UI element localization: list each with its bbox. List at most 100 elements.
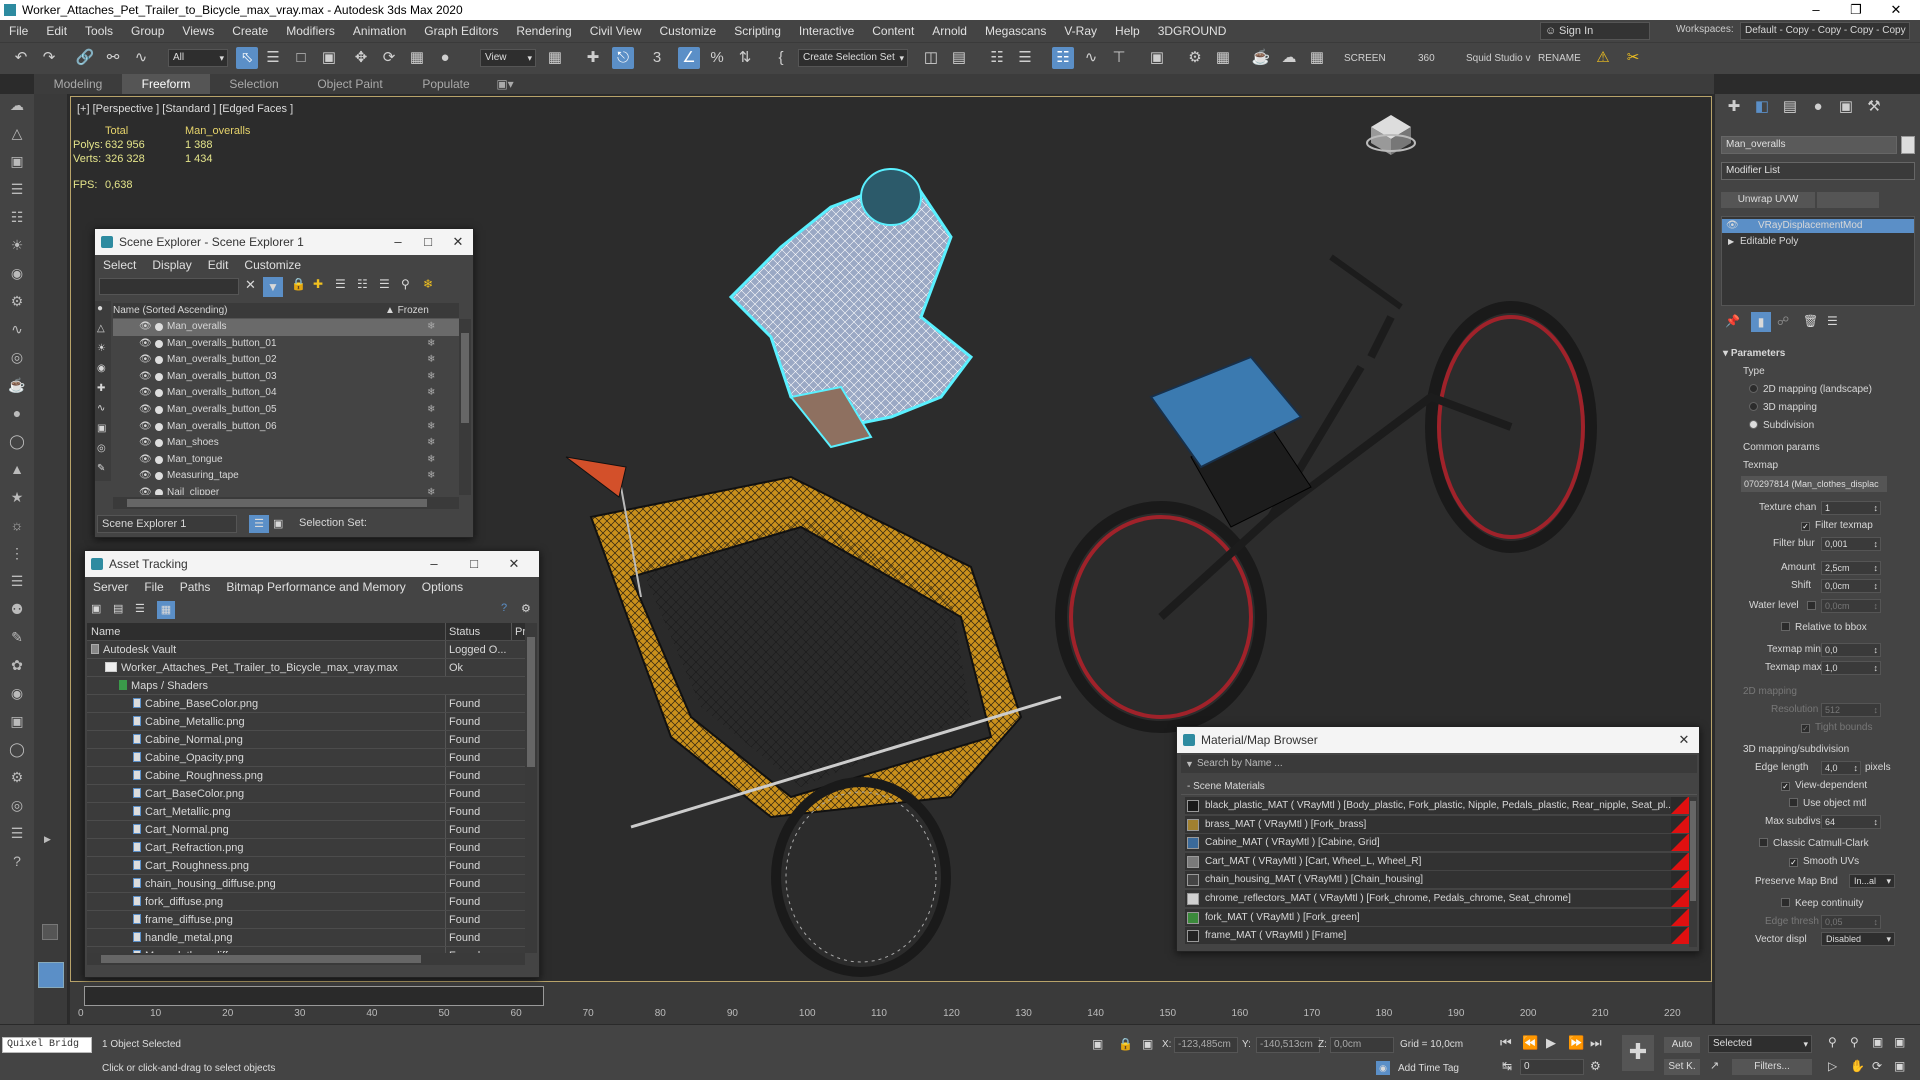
menu-edit[interactable]: Edit (37, 24, 76, 38)
menu-arnold[interactable]: Arnold (923, 24, 976, 38)
visibility-eye-icon[interactable]: 👁 (139, 485, 152, 495)
filter-geometry-icon[interactable]: ● (97, 303, 103, 314)
table-row[interactable]: Cabine_Opacity.png Found (87, 749, 525, 767)
list-item[interactable]: 👁 Man_overalls_button_01 ❄ (113, 336, 459, 353)
cloth-icon[interactable]: ☰ (6, 570, 28, 592)
motion-tab-icon[interactable]: ● (1807, 96, 1829, 118)
camera-icon[interactable]: ◉ (6, 262, 28, 284)
menu-rendering[interactable]: Rendering (507, 24, 580, 38)
table-row[interactable]: handle_metal.png Found (87, 929, 525, 947)
list-icon[interactable]: ☷ (6, 206, 28, 228)
help-icon[interactable]: ? (6, 850, 28, 872)
shift-spinner[interactable]: 0,0cm (1821, 579, 1881, 593)
trailer-wheel[interactable] (771, 777, 951, 977)
render-icon[interactable]: ☕ (1250, 47, 1272, 69)
tab-modeling[interactable]: Modeling (34, 74, 122, 94)
visibility-eye-icon[interactable]: 👁 (139, 385, 152, 401)
frozen-icon[interactable]: ❄ (427, 336, 435, 352)
globe-icon[interactable]: ◯ (6, 738, 28, 760)
visibility-eye-icon[interactable]: 👁 (139, 435, 152, 451)
num360-label[interactable]: 360 (1418, 53, 1435, 64)
key-mode-icon[interactable]: ↹ (1502, 1059, 1512, 1073)
unlink-icon[interactable]: ⚯ (102, 47, 124, 69)
minimize-icon[interactable]: – (1796, 0, 1836, 20)
table-row[interactable]: Cart_Refraction.png Found (87, 839, 525, 857)
torus-icon[interactable]: ◯ (6, 430, 28, 452)
se-col-frozen[interactable]: ▲ Frozen (385, 303, 429, 319)
remove-modifier-icon[interactable]: 🗑 (1803, 314, 1818, 328)
tab-object-paint[interactable]: Object Paint (298, 74, 402, 94)
at-menu-server[interactable]: Server (85, 580, 136, 594)
table-row[interactable]: Cabine_Roughness.png Found (87, 767, 525, 785)
angle-snap-icon[interactable]: ∠ (678, 47, 700, 69)
sphere-icon[interactable]: ● (6, 402, 28, 424)
selection-lock-icon[interactable]: 🔒 (1118, 1037, 1133, 1051)
auto-key-button[interactable]: Auto (1664, 1037, 1700, 1053)
list-item[interactable]: frame_MAT ( VRayMtl ) [Frame] (1185, 927, 1695, 946)
warning-icon[interactable]: ⚠ (1592, 47, 1614, 69)
freeze-icon[interactable]: ❄ (423, 277, 433, 291)
curve-editor-icon[interactable]: ∿ (1080, 47, 1102, 69)
texmap-button[interactable]: 070297814 (Man_clothes_displac (1741, 476, 1887, 492)
asset-tracking-titlebar[interactable]: Asset Tracking – □ ✕ (85, 551, 539, 577)
redo-icon[interactable]: ↷ (38, 47, 60, 69)
type-3d-radio[interactable]: 3D mapping (1749, 402, 1817, 413)
mb-close-icon[interactable]: ✕ (1669, 727, 1699, 753)
tight-bounds-checkbox[interactable]: ✓ Tight bounds (1801, 722, 1872, 733)
lock-icon[interactable]: 🔒 (291, 277, 306, 291)
scene-explorer-name-dropdown[interactable]: Scene Explorer 1 (97, 515, 237, 533)
edge-length-spinner[interactable]: 4,0 (1821, 761, 1861, 775)
schematic-view-icon[interactable]: ⊤ (1108, 47, 1130, 69)
list-item[interactable]: 👁 Man_overalls_button_03 ❄ (113, 369, 459, 386)
table-row[interactable]: fork_diffuse.png Found (87, 893, 525, 911)
add-time-tag[interactable]: Add Time Tag (1398, 1063, 1459, 1074)
set-key-button[interactable]: Set K. (1664, 1059, 1700, 1075)
list-item[interactable]: brass_MAT ( VRayMtl ) [Fork_brass] (1185, 815, 1695, 834)
frozen-icon[interactable]: ❄ (427, 385, 435, 401)
create-icon[interactable]: ☁ (6, 94, 28, 116)
search-dropdown-icon[interactable]: ▼ (1185, 755, 1194, 773)
scene-explorer-toggle-icon[interactable]: ☷ (1052, 47, 1074, 69)
list-item[interactable]: 👁 Man_shoes ❄ (113, 435, 459, 452)
edge-thresh-spinner[interactable]: 0,05 (1821, 915, 1881, 929)
at-menu-bitmap[interactable]: Bitmap Performance and Memory (218, 580, 413, 594)
menu-3dground[interactable]: 3DGROUND (1149, 24, 1236, 38)
max-subdivs-spinner[interactable]: 64 (1821, 815, 1881, 829)
menu-tools[interactable]: Tools (76, 24, 122, 38)
visibility-eye-icon[interactable]: 👁 (139, 402, 152, 418)
create-tab-icon[interactable]: ✚ (1723, 96, 1745, 118)
go-to-end-icon[interactable]: ⏭ (1590, 1035, 1602, 1051)
workspaces-dropdown[interactable]: Default - Copy - Copy - Copy - Copy (1740, 22, 1910, 40)
hierarchy-icon[interactable]: ☷ (357, 277, 368, 291)
texmap-min-spinner[interactable]: 0,0 (1821, 643, 1881, 657)
table-row[interactable]: Cart_Roughness.png Found (87, 857, 525, 875)
snaps-toggle-icon[interactable]: 3 (646, 47, 668, 69)
menu-graph-editors[interactable]: Graph Editors (415, 24, 507, 38)
visibility-eye-icon[interactable]: 👁 (139, 468, 152, 484)
object-color-swatch[interactable] (1901, 136, 1915, 154)
layer-sort-icon[interactable]: ☰ (249, 515, 269, 533)
water-level-checkbox[interactable] (1807, 601, 1816, 610)
table-row[interactable]: Cart_Metallic.png Found (87, 803, 525, 821)
list-item[interactable]: 👁 Man_tongue ❄ (113, 452, 459, 469)
render-dot-icon[interactable] (155, 339, 163, 348)
preserve-map-dropdown[interactable]: In...al (1849, 874, 1895, 888)
render-dot-icon[interactable] (155, 356, 163, 365)
table-row[interactable]: chain_housing_diffuse.png Found (87, 875, 525, 893)
render-dot-icon[interactable] (155, 455, 163, 464)
refresh-icon[interactable]: ▣ (91, 602, 101, 615)
absolute-mode-icon[interactable]: ▣ (1142, 1037, 1153, 1051)
visibility-eye-icon[interactable]: 👁 (139, 369, 152, 385)
go-to-start-icon[interactable]: ⏮ (1500, 1035, 1512, 1051)
fov-icon[interactable]: ▷ (1828, 1059, 1837, 1073)
render-small-icon[interactable]: ▣ (6, 710, 28, 732)
filter-shapes-icon[interactable]: △ (97, 323, 105, 334)
stack-eye-icon[interactable]: 👁 (1726, 219, 1739, 233)
make-unique-icon[interactable]: ☍ (1777, 314, 1789, 328)
list-item[interactable]: chrome_reflectors_MAT ( VRayMtl ) [Fork_… (1185, 890, 1695, 908)
frozen-icon[interactable]: ❄ (427, 419, 435, 435)
rename-label[interactable]: RENAME (1538, 53, 1581, 64)
list-item[interactable]: Cart_MAT ( VRayMtl ) [Cart, Wheel_L, Whe… (1185, 852, 1695, 871)
key-filters-button[interactable]: Filters... (1732, 1059, 1812, 1075)
list-item[interactable]: fork_MAT ( VRayMtl ) [Fork_green] (1185, 908, 1695, 927)
